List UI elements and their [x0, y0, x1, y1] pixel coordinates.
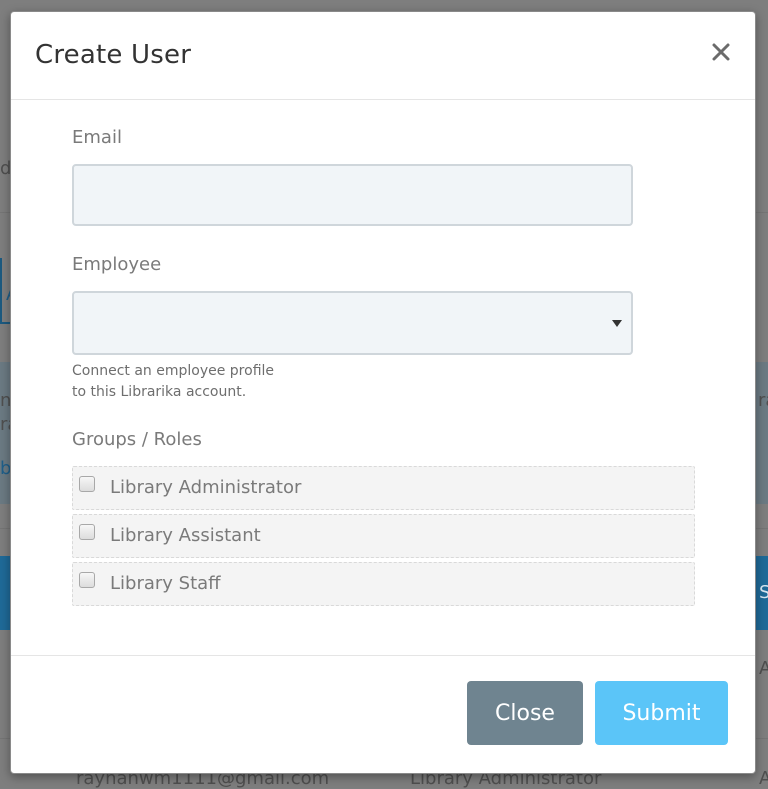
- create-user-modal: Create User Email Employee Connect an em…: [10, 11, 756, 774]
- close-button[interactable]: Close: [467, 681, 583, 745]
- employee-label: Employee: [72, 254, 162, 275]
- modal-title: Create User: [35, 40, 192, 70]
- close-icon[interactable]: [707, 38, 735, 66]
- role-label: Library Administrator: [110, 477, 302, 498]
- role-option[interactable]: Library Administrator: [72, 466, 695, 510]
- role-label: Library Staff: [110, 573, 221, 594]
- role-option[interactable]: Library Assistant: [72, 514, 695, 558]
- groups-roles-label: Groups / Roles: [72, 429, 202, 450]
- role-label: Library Assistant: [110, 525, 261, 546]
- email-field[interactable]: [72, 164, 633, 226]
- help-line: to this Librarika account.: [72, 384, 247, 400]
- role-checkbox[interactable]: [79, 476, 95, 492]
- help-line: Connect an employee profile: [72, 363, 275, 379]
- role-checkbox[interactable]: [79, 572, 95, 588]
- modal-header: Create User: [11, 12, 755, 100]
- footer-divider: [11, 655, 755, 656]
- submit-button[interactable]: Submit: [595, 681, 728, 745]
- email-label: Email: [72, 127, 122, 148]
- role-option[interactable]: Library Staff: [72, 562, 695, 606]
- employee-select[interactable]: [72, 291, 633, 355]
- role-checkbox[interactable]: [79, 524, 95, 540]
- employee-help-text: Connect an employee profile to this Libr…: [72, 361, 274, 403]
- caret-down-icon: [612, 320, 622, 327]
